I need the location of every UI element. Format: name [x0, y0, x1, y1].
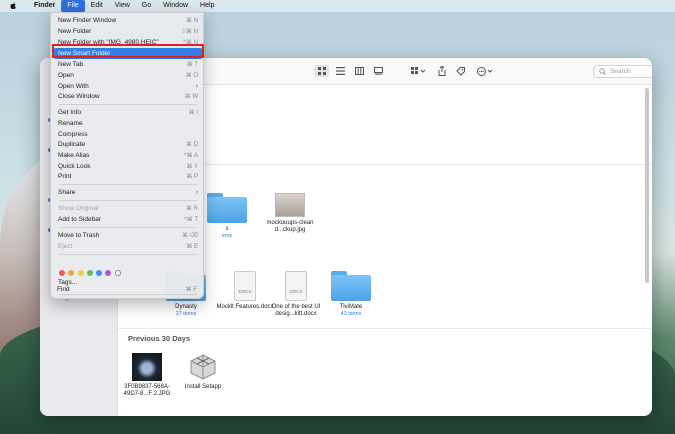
file-item[interactable]: mockuuups-clean d...ckup.jpg	[261, 193, 319, 234]
file-item[interactable]: 3F0B9837-568A-49D7-8...F 2.JPG	[118, 353, 176, 398]
file-item[interactable]: DOCX One of the best UI desig...kitt.doc…	[267, 271, 325, 318]
search-icon	[599, 68, 606, 75]
share-icon	[438, 66, 446, 76]
list-icon	[335, 67, 345, 75]
group-button[interactable]	[408, 65, 428, 77]
menu-item-find[interactable]: Find ⌘ F	[53, 284, 201, 295]
menu-separator	[59, 254, 197, 255]
file-name: Dynasty	[175, 304, 197, 310]
menu-item-quick-look[interactable]: Quick Look ⌘ Y	[54, 161, 202, 172]
icon-view-button[interactable]	[314, 65, 329, 77]
menu-item-duplicate[interactable]: Duplicate ⌘ D	[54, 139, 202, 150]
tag-icon	[455, 66, 465, 76]
columns-icon	[354, 67, 364, 75]
apple-icon[interactable]	[8, 1, 18, 11]
menu-separator	[59, 184, 197, 185]
document-icon: DOCX	[234, 271, 256, 301]
highlight-annotation	[52, 44, 204, 58]
file-name: TiviMate	[339, 304, 363, 310]
file-item[interactable]: TiviMate 43 items	[322, 271, 380, 318]
action-button[interactable]	[474, 65, 494, 77]
menu-item-new-folder[interactable]: New Folder ⇧⌘ N	[54, 26, 202, 37]
menu-finder[interactable]: Finder	[28, 0, 61, 12]
file-subtitle: ems	[221, 233, 233, 239]
menu-item-new-finder-window[interactable]: New Finder Window ⌘ N	[54, 15, 202, 26]
folder-icon	[331, 271, 371, 301]
file-name: mockuuups-clean d...ckup.jpg	[266, 220, 314, 233]
gallery-view-button[interactable]	[371, 65, 385, 77]
menu-item-open-with[interactable]: Open With ›	[54, 81, 202, 92]
list-view-button[interactable]	[333, 65, 347, 77]
file-item[interactable]: DOCX Mocklt Features.docx	[216, 271, 274, 311]
tag-button[interactable]	[454, 65, 466, 77]
menu-help[interactable]: Help	[194, 0, 220, 12]
menu-window[interactable]: Window	[157, 0, 194, 12]
menu-separator	[59, 104, 197, 105]
folder-icon	[207, 193, 247, 223]
menu-go[interactable]: Go	[136, 0, 157, 12]
column-view-button[interactable]	[352, 65, 366, 77]
menu-file[interactable]: File	[61, 0, 85, 12]
chevron-right-icon: ›	[195, 82, 198, 90]
menu-view[interactable]: View	[109, 0, 136, 12]
setapp-icon	[190, 354, 216, 380]
group-icon	[411, 67, 425, 74]
file-name: One of the best UI desig...kitt.docx	[271, 304, 321, 317]
menu-item-get-info[interactable]: Get Info ⌘ I	[54, 107, 202, 118]
file-subtitle: 27 items	[175, 311, 197, 317]
scrollbar[interactable]	[645, 88, 649, 283]
grid-icon	[317, 67, 326, 75]
search-field[interactable]: Search	[593, 65, 652, 78]
more-icon	[476, 66, 492, 76]
file-name: s	[225, 226, 229, 232]
file-subtitle: 43 items	[340, 311, 362, 317]
menu-bar: Finder File Edit View Go Window Help	[0, 0, 675, 12]
image-thumbnail	[132, 353, 162, 381]
menu-item-open[interactable]: Open ⌘ O	[54, 70, 202, 81]
menu-item-new-tab[interactable]: New Tab ⌘ T	[54, 59, 202, 70]
menu-item-make-alias[interactable]: Make Alias ^⌘ A	[54, 150, 202, 161]
menu-item-show-original: Show Original ⌘ R	[58, 204, 198, 212]
file-name: Install Setapp	[184, 384, 222, 390]
menu-separator	[59, 227, 197, 228]
menu-item-close-window[interactable]: Close Window ⌘ W	[54, 91, 202, 102]
menu-item-move-to-trash[interactable]: Move to Trash ⌘ ⌫	[54, 230, 202, 241]
group-divider	[118, 328, 652, 329]
menu-item-eject: Eject ⌘ E	[58, 242, 198, 250]
file-name: 3F0B9837-568A-49D7-8...F 2.JPG	[123, 384, 171, 397]
menu-item-share[interactable]: Share ›	[54, 187, 202, 198]
group-header: Previous 30 Days	[128, 334, 191, 343]
menu-item-print[interactable]: Print ⌘ P	[54, 171, 202, 182]
menu-separator	[59, 200, 197, 201]
image-thumbnail	[275, 193, 305, 217]
menu-item-add-to-sidebar[interactable]: Add to Sidebar ^⌘ T	[54, 214, 202, 225]
share-button[interactable]	[436, 65, 448, 77]
menu-item-tags[interactable]: Tags...	[54, 269, 202, 286]
chevron-right-icon: ›	[195, 188, 198, 196]
search-placeholder: Search	[610, 68, 631, 75]
menu-item-compress[interactable]: Compress	[54, 129, 202, 140]
file-item[interactable]: Install Setapp	[174, 353, 232, 391]
file-item[interactable]: s ems	[198, 193, 256, 240]
menu-edit[interactable]: Edit	[85, 0, 109, 12]
menu-item-rename[interactable]: Rename	[54, 118, 202, 129]
gallery-icon	[373, 67, 383, 75]
document-icon: DOCX	[285, 271, 307, 301]
file-name: Mocklt Features.docx	[216, 304, 274, 310]
